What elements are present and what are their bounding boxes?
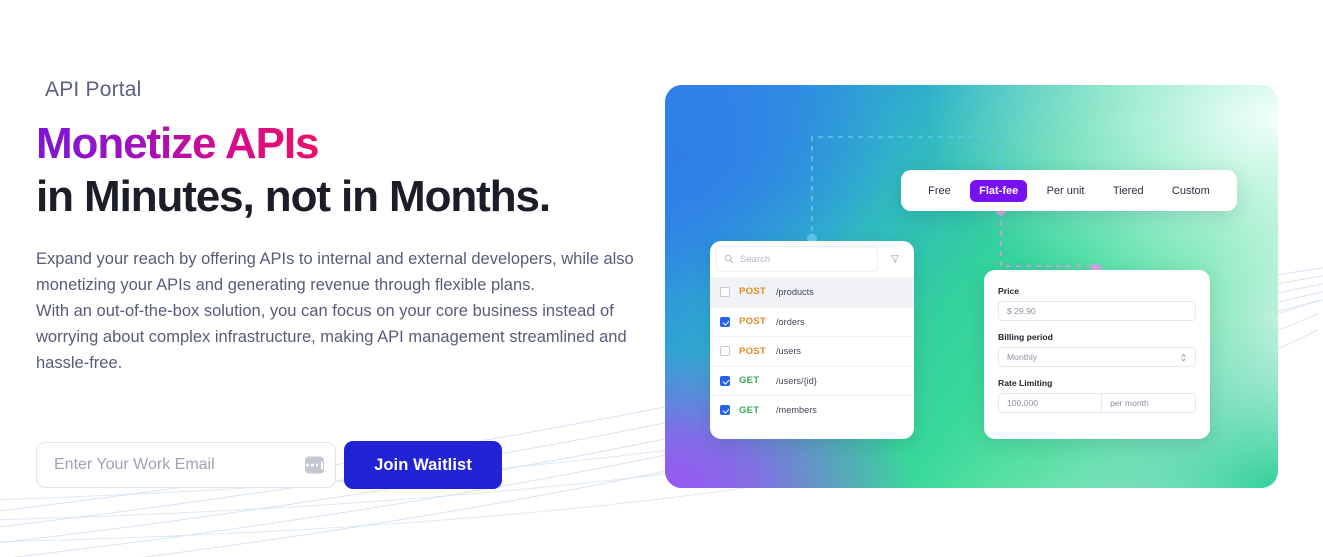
hero-paragraph-2: With an out-of-the-box solution, you can… bbox=[36, 302, 627, 372]
api-endpoint-row[interactable]: GET/members bbox=[710, 395, 914, 425]
price-field[interactable]: $ 29.90 bbox=[998, 301, 1196, 321]
http-method-label: POST bbox=[739, 316, 766, 328]
pricing-model-tabs: Free Flat-fee Per unit Tiered Custom bbox=[901, 170, 1237, 211]
hero-description: Expand your reach by offering APIs to in… bbox=[36, 246, 648, 376]
endpoint-path: /members bbox=[776, 405, 817, 416]
rate-limit-unit-field[interactable]: per month bbox=[1102, 393, 1196, 413]
filter-funnel-icon bbox=[890, 255, 900, 263]
price-value: $ 29.90 bbox=[1007, 306, 1036, 316]
endpoint-checkbox[interactable] bbox=[720, 286, 730, 297]
headline-dark-text: in Minutes, not in Months. bbox=[36, 172, 551, 221]
api-endpoint-row[interactable]: POST/users bbox=[710, 336, 914, 366]
landing-hero: API Portal Monetize APIs in Minutes, not… bbox=[0, 0, 1323, 557]
rate-limit-value-field[interactable]: 100,000 bbox=[998, 393, 1103, 413]
rate-limiting-row: 100,000 per month bbox=[998, 393, 1196, 413]
pricing-tab-flat-fee[interactable]: Flat-fee bbox=[970, 179, 1028, 202]
join-waitlist-button[interactable]: Join Waitlist bbox=[344, 441, 502, 489]
endpoint-checkbox[interactable] bbox=[720, 375, 730, 386]
headline-gradient-text: Monetize APIs bbox=[36, 119, 319, 168]
endpoint-checkbox[interactable] bbox=[720, 316, 730, 327]
http-method-label: GET bbox=[739, 375, 760, 387]
billing-period-select[interactable]: Monthly bbox=[998, 347, 1196, 367]
api-search-row: Search bbox=[710, 241, 914, 277]
endpoint-path: /orders bbox=[776, 316, 805, 327]
api-endpoint-rows: POST/products POST/orders POST/users GET/us… bbox=[710, 277, 914, 425]
waitlist-form: Join Waitlist bbox=[36, 441, 502, 489]
pricing-tab-per-unit[interactable]: Per unit bbox=[1038, 180, 1094, 202]
password-manager-icon[interactable] bbox=[305, 456, 324, 474]
price-label: Price bbox=[998, 286, 1020, 296]
pricing-tab-tiered[interactable]: Tiered bbox=[1104, 180, 1153, 202]
rate-limit-unit: per month bbox=[1110, 398, 1149, 408]
hero-copy: API Portal Monetize APIs in Minutes, not… bbox=[36, 78, 656, 376]
hero-paragraph-1: Expand your reach by offering APIs to in… bbox=[36, 250, 634, 294]
http-method-label: GET bbox=[739, 404, 760, 416]
page-title: Monetize APIs in Minutes, not in Months. bbox=[36, 117, 656, 223]
endpoint-checkbox[interactable] bbox=[720, 405, 730, 416]
api-endpoint-row[interactable]: GET/users/{id} bbox=[710, 365, 914, 396]
search-input-wrapper[interactable]: Search bbox=[716, 246, 878, 272]
endpoint-path: /products bbox=[776, 286, 814, 297]
rate-limiting-label: Rate Limiting bbox=[998, 378, 1053, 388]
api-endpoint-row[interactable]: POST/products bbox=[710, 277, 914, 307]
page-eyebrow: API Portal bbox=[45, 78, 142, 101]
pricing-config-card: Price $ 29.90 Billing period Monthly Rat… bbox=[984, 270, 1210, 439]
http-method-label: POST bbox=[739, 286, 766, 298]
billing-period-label: Billing period bbox=[998, 332, 1053, 342]
api-endpoint-list-card: Search POST/products POST/orders POST/user… bbox=[710, 241, 914, 439]
http-method-label: POST bbox=[739, 345, 766, 357]
email-field-wrapper[interactable] bbox=[36, 442, 336, 488]
endpoint-path: /users/{id} bbox=[776, 375, 817, 386]
pricing-tab-custom[interactable]: Custom bbox=[1163, 180, 1219, 202]
rate-limit-value: 100,000 bbox=[1007, 398, 1039, 408]
api-endpoint-row[interactable]: POST/orders bbox=[710, 306, 914, 337]
endpoint-path: /users bbox=[776, 346, 802, 357]
search-icon bbox=[724, 254, 734, 264]
email-field[interactable] bbox=[37, 443, 335, 487]
billing-period-value: Monthly bbox=[1007, 352, 1038, 362]
chevron-up-down-icon bbox=[1181, 353, 1186, 361]
search-placeholder: Search bbox=[740, 253, 771, 265]
filter-button[interactable] bbox=[882, 246, 908, 272]
endpoint-checkbox[interactable] bbox=[720, 346, 730, 357]
pricing-tab-free[interactable]: Free bbox=[919, 180, 960, 202]
